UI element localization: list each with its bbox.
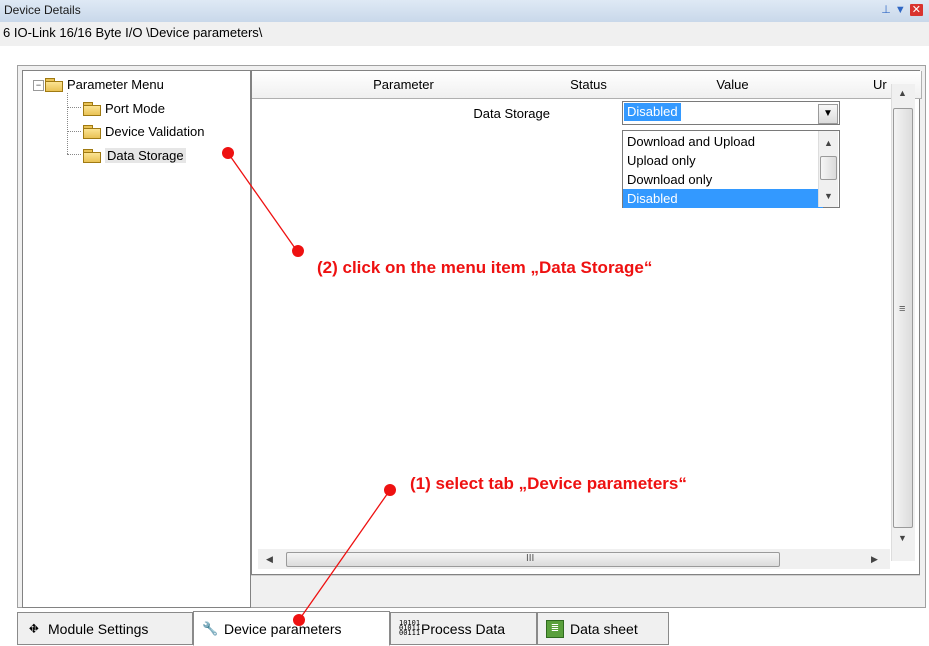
annotation-dot bbox=[293, 614, 305, 626]
annotation-step1: (1) select tab „Device parameters“ bbox=[410, 474, 687, 493]
annotation-line-step2 bbox=[227, 152, 298, 252]
annotation-step2: (2) click on the menu item „Data Storage… bbox=[317, 258, 653, 277]
annotation-dot bbox=[292, 245, 304, 257]
annotation-dot bbox=[222, 147, 234, 159]
annotation-lines bbox=[227, 152, 391, 621]
annotation-dot bbox=[384, 484, 396, 496]
annotation-line-step1 bbox=[298, 489, 391, 621]
